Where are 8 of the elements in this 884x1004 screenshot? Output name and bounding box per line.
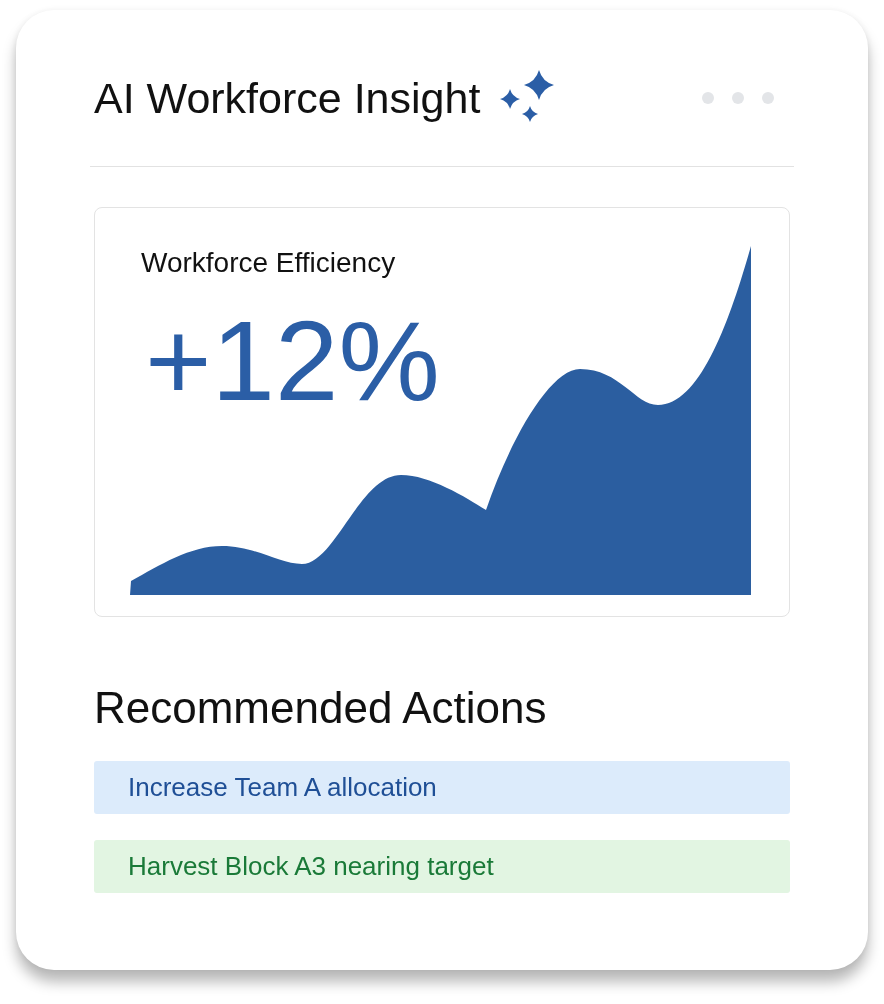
metric-value: +12% [145,304,440,418]
metric-label: Workforce Efficiency [141,246,396,280]
card-title: AI Workforce Insight [94,73,481,124]
action-item[interactable]: Harvest Block A3 nearing target [94,840,790,893]
section-heading: Recommended Actions [94,682,548,734]
action-item[interactable]: Increase Team A allocation [94,761,790,814]
more-icon [702,92,774,104]
more-options-button[interactable] [702,92,774,104]
